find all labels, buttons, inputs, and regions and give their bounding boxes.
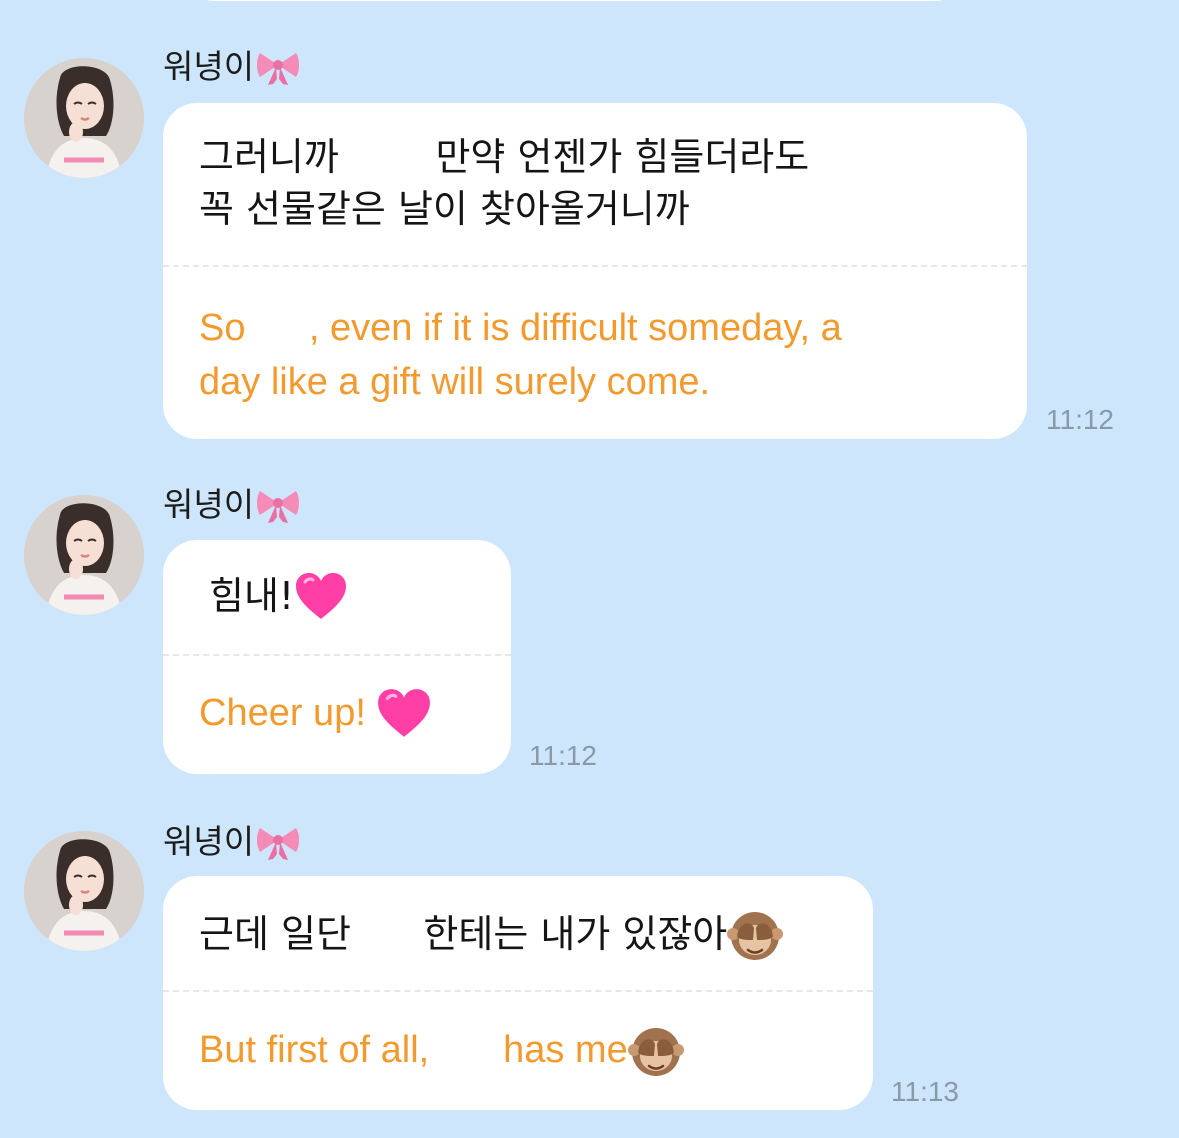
translation-divider	[163, 654, 511, 656]
translated-text: But first of all, has me	[199, 1029, 628, 1071]
translated-line: Cheer up!	[199, 686, 432, 740]
translation-divider	[163, 990, 873, 992]
message-timestamp: 11:13	[891, 1076, 959, 1107]
message-timestamp: 11:12	[529, 740, 597, 771]
sender-avatar[interactable]	[24, 831, 144, 951]
message-bubble[interactable]: 그러니까 만약 언젠가 힘들더라도 꼭 선물같은 날이 찾아올거니까 So , …	[163, 103, 1027, 439]
original-line: 근데 일단 한테는 내가 있잖아	[199, 906, 784, 962]
original-text: 힘내!	[209, 574, 295, 618]
sender-name-text: 워녕이	[163, 822, 255, 861]
sender-name: 워녕이	[163, 822, 300, 862]
sender-avatar[interactable]	[24, 495, 144, 615]
see-no-evil-monkey-icon	[727, 912, 784, 960]
translation-divider	[163, 265, 1027, 267]
translated-text: So , even if it is difficult someday, a …	[199, 307, 842, 403]
original-text: 그러니까 만약 언젠가 힘들더라도 꼭 선물같은 날이 찾아올거니까	[199, 135, 810, 231]
previous-message-bubble-edge	[186, 0, 964, 1]
translated-text: Cheer up!	[199, 692, 377, 734]
sender-avatar[interactable]	[24, 58, 144, 178]
sender-name-text: 워녕이	[163, 47, 255, 86]
pink-ribbon-bow-icon	[257, 491, 300, 523]
sender-name: 워녕이	[163, 47, 300, 87]
sender-name-text: 워녕이	[163, 485, 255, 524]
pink-ribbon-bow-icon	[257, 828, 300, 860]
pink-ribbon-bow-icon	[257, 53, 300, 85]
pink-heart-icon	[378, 689, 431, 737]
avatar-photo-icon	[24, 831, 144, 951]
avatar-photo-icon	[24, 495, 144, 615]
message-timestamp: 11:12	[1046, 404, 1114, 435]
avatar-photo-icon	[24, 58, 144, 178]
see-no-evil-monkey-icon	[627, 1028, 684, 1076]
message-bubble[interactable]: 힘내! Cheer up!	[163, 540, 511, 774]
message-bubble[interactable]: 근데 일단 한테는 내가 있잖아 But first of all, has m…	[163, 876, 873, 1110]
translated-line: But first of all, has me	[199, 1022, 684, 1078]
pink-heart-icon	[296, 573, 347, 619]
original-line: 힘내!	[209, 570, 348, 622]
sender-name: 워녕이	[163, 485, 300, 525]
original-text: 근데 일단 한테는 내가 있잖아	[199, 912, 728, 956]
